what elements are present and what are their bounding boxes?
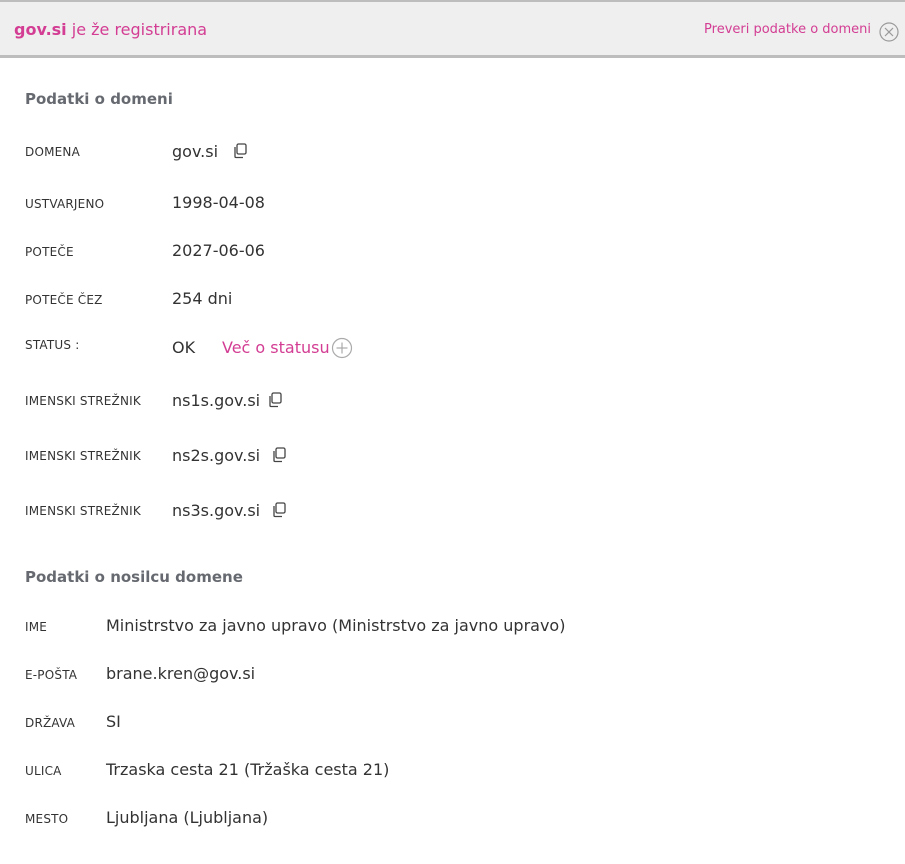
domain-info-title: Podatki o domeni: [25, 90, 173, 108]
created-value: 1998-04-08: [172, 193, 265, 212]
close-icon[interactable]: [879, 22, 899, 42]
holder-city-label: MESTO: [25, 812, 69, 826]
result-header: gov.si je že registrirana Preveri podatk…: [0, 0, 905, 58]
expires-value: 2027-06-06: [172, 241, 265, 260]
more-about-status-link[interactable]: Več o statusu: [222, 338, 330, 357]
status-label: STATUS :: [25, 338, 80, 352]
nameserver-label: IMENSKI STREŽNIK: [25, 449, 141, 463]
domain-row: DOMENA gov.si: [0, 142, 905, 166]
expires-in-label: POTEČE ČEZ: [25, 293, 103, 307]
expires-row: POTEČE 2027-06-06: [0, 241, 905, 265]
status-row: STATUS : OK Več o statusu: [0, 337, 905, 362]
copy-icon[interactable]: [233, 143, 247, 159]
copy-icon[interactable]: [272, 502, 286, 518]
header-suffix: je že registrirana: [66, 20, 208, 39]
header-title: gov.si je že registrirana: [14, 20, 207, 39]
created-label: USTVARJENO: [25, 197, 105, 211]
expires-in-value: 254 dni: [172, 289, 233, 308]
holder-street-label: ULICA: [25, 764, 62, 778]
nameserver-value: ns3s.gov.si: [172, 501, 261, 520]
nameserver-row-1: IMENSKI STREŽNIK ns1s.gov.si: [0, 391, 905, 415]
copy-icon[interactable]: [272, 447, 286, 463]
domain-value: gov.si: [172, 142, 219, 161]
domain-label: DOMENA: [25, 145, 81, 159]
holder-street-value: Trzaska cesta 21 (Tržaška cesta 21): [106, 760, 390, 779]
nameserver-label: IMENSKI STREŽNIK: [25, 394, 141, 408]
check-domain-details-link[interactable]: Preveri podatke o domeni: [704, 22, 871, 37]
holder-email-value: brane.kren@gov.si: [106, 664, 256, 683]
plus-circle-icon[interactable]: [331, 337, 353, 359]
created-row: USTVARJENO 1998-04-08: [0, 193, 905, 217]
holder-email-row: E-POŠTA brane.kren@gov.si: [0, 664, 905, 688]
holder-info-title: Podatki o nosilcu domene: [25, 568, 243, 586]
holder-city-row: MESTO Ljubljana (Ljubljana): [0, 808, 905, 832]
holder-name-row: IME Ministrstvo za javno upravo (Ministr…: [0, 616, 905, 640]
nameserver-row-2: IMENSKI STREŽNIK ns2s.gov.si: [0, 446, 905, 470]
holder-country-row: DRŽAVA SI: [0, 712, 905, 736]
nameserver-label: IMENSKI STREŽNIK: [25, 504, 141, 518]
holder-email-label: E-POŠTA: [25, 668, 78, 682]
holder-street-row: ULICA Trzaska cesta 21 (Tržaška cesta 21…: [0, 760, 905, 784]
holder-country-label: DRŽAVA: [25, 716, 76, 730]
holder-name-label: IME: [25, 620, 48, 634]
nameserver-value: ns2s.gov.si: [172, 446, 261, 465]
nameserver-value: ns1s.gov.si: [172, 391, 261, 410]
copy-icon[interactable]: [268, 392, 282, 408]
holder-country-value: SI: [106, 712, 121, 731]
status-value: OK: [172, 338, 196, 357]
nameserver-row-3: IMENSKI STREŽNIK ns3s.gov.si: [0, 501, 905, 525]
header-domain: gov.si: [14, 20, 67, 39]
holder-city-value: Ljubljana (Ljubljana): [106, 808, 269, 827]
expires-label: POTEČE: [25, 245, 74, 259]
holder-name-value: Ministrstvo za javno upravo (Ministrstvo…: [106, 616, 566, 635]
expires-in-row: POTEČE ČEZ 254 dni: [0, 289, 905, 313]
